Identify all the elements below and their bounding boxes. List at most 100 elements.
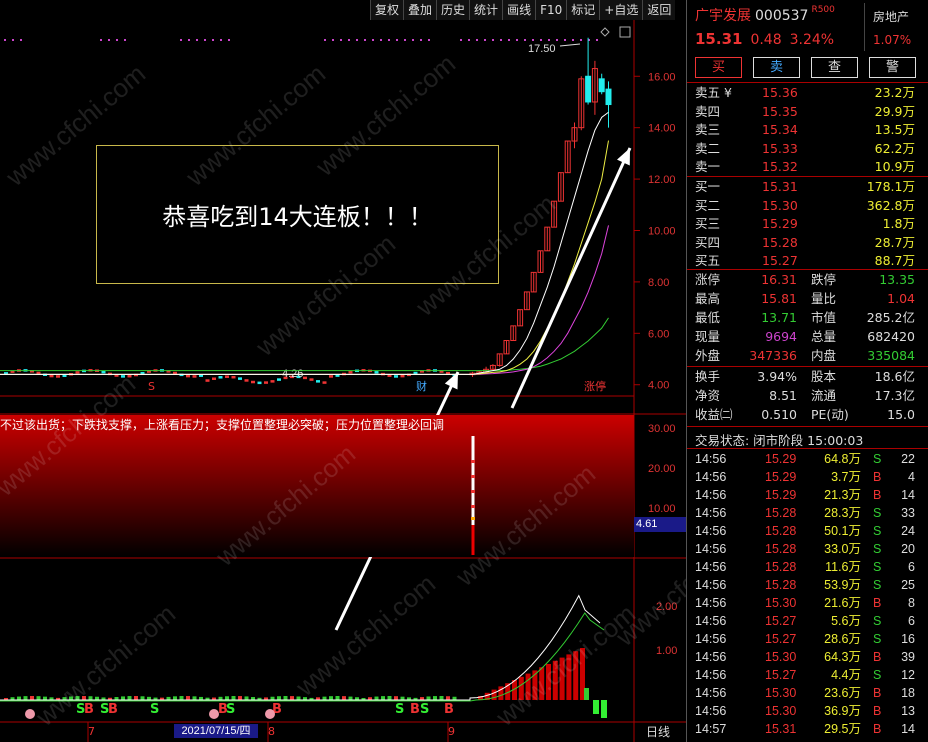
- sector-pct: 1.07%: [873, 33, 912, 47]
- macd-bar: [546, 664, 551, 700]
- dot-marker: [524, 39, 526, 41]
- dot-marker: [108, 39, 110, 41]
- dot-marker: [508, 39, 510, 41]
- tick-row: 14:56 15.29 21.3万 B 14: [687, 486, 928, 504]
- flat-candle: [270, 380, 275, 383]
- tick-direction: B: [873, 704, 882, 718]
- macd-bar: [525, 673, 531, 700]
- toolbar-button[interactable]: 画线: [502, 0, 536, 20]
- toolbar-button[interactable]: +自选: [599, 0, 643, 20]
- bid-row[interactable]: 买三 15.29 1.8万: [687, 215, 928, 233]
- flat-candle: [56, 375, 60, 378]
- marker-s: S: [148, 380, 155, 393]
- bid-label: 买四: [695, 234, 721, 250]
- macd-bar-flat: [394, 696, 398, 700]
- ask-row[interactable]: 卖一 15.32 10.9万: [687, 158, 928, 176]
- bid-row[interactable]: 买四 15.28 28.7万: [687, 234, 928, 252]
- alert-button[interactable]: 警: [869, 57, 916, 78]
- flat-candle: [75, 371, 80, 374]
- ask-row[interactable]: 卖五 ¥ 15.36 23.2万: [687, 84, 928, 102]
- toolbar-button[interactable]: 标记: [566, 0, 600, 20]
- dot-marker: [468, 39, 470, 41]
- macd-bar-flat: [433, 696, 437, 700]
- stat-left-value: 347336: [749, 348, 797, 363]
- stat-right-key: 内盘: [811, 348, 837, 363]
- tick-direction: B: [873, 488, 882, 502]
- stat-right-key: 跌停: [811, 272, 837, 287]
- dot-marker: [196, 39, 198, 41]
- tick-volume: 33.0万: [824, 542, 861, 556]
- stat-left: 涨停 16.31: [695, 271, 797, 289]
- trade-buttons: 买卖查警: [695, 57, 916, 78]
- macd-bar-flat: [36, 696, 41, 700]
- macd-bar-flat: [400, 696, 405, 700]
- stat-right-value: 335084: [867, 348, 915, 363]
- month-label: 7: [88, 725, 95, 738]
- month-label: 8: [268, 725, 275, 738]
- period-label[interactable]: 日线: [646, 723, 670, 740]
- current-value-box: 4.61: [634, 517, 686, 532]
- tick-price: 15.28: [765, 506, 797, 520]
- bid-price: 15.29: [762, 216, 798, 231]
- toolbar-button[interactable]: 叠加: [403, 0, 437, 20]
- tick-count: 13: [901, 704, 915, 718]
- sector-box[interactable]: 房地产 1.07%: [864, 3, 920, 51]
- macd-dif-line: [0, 594, 601, 701]
- tick-time: 14:56: [695, 560, 727, 574]
- tick-volume: 53.9万: [824, 578, 861, 592]
- tick-row: 14:56 15.28 33.0万 S 20: [687, 540, 928, 558]
- tick-price: 15.27: [765, 614, 797, 628]
- tick-direction: S: [873, 632, 882, 646]
- toolbar-button[interactable]: 统计: [469, 0, 503, 20]
- dot-marker: [532, 39, 534, 41]
- macd-bar-flat: [238, 696, 242, 700]
- tick-direction: B: [873, 722, 882, 736]
- stat-right-key: 总量: [811, 329, 837, 344]
- macd-bar: [518, 676, 524, 700]
- toolbar-button[interactable]: 返回: [642, 0, 676, 20]
- toolbar-button[interactable]: F10: [535, 0, 567, 20]
- macd-bar-flat: [88, 696, 93, 700]
- tick-time: 14:56: [695, 686, 727, 700]
- tick-direction: S: [873, 506, 882, 520]
- tick-volume: 50.1万: [824, 524, 861, 538]
- sell-button[interactable]: 卖: [753, 57, 800, 78]
- ask-row[interactable]: 卖四 15.35 29.9万: [687, 103, 928, 121]
- spike-mark: [471, 475, 475, 478]
- tick-count: 20: [901, 542, 915, 556]
- ask-volume: 62.2万: [874, 140, 915, 156]
- tick-price: 15.30: [765, 650, 797, 664]
- kline-chart[interactable]: 16.0014.0012.0010.008.006.004.004.2617.5…: [0, 20, 686, 742]
- ask-row[interactable]: 卖三 15.34 13.5万: [687, 121, 928, 139]
- dot-marker: [572, 39, 574, 41]
- tick-volume: 64.3万: [824, 650, 861, 664]
- tick-volume: 28.6万: [824, 632, 861, 646]
- candle-body: [605, 88, 612, 106]
- bid-row[interactable]: 买五 15.27 88.7万: [687, 252, 928, 270]
- stock-title: 广宇发展 000537 R500: [695, 5, 835, 25]
- tick-row: 14:56 15.28 11.6万 S 6: [687, 558, 928, 576]
- ask-row[interactable]: 卖二 15.33 62.2万: [687, 140, 928, 158]
- dot-marker: [20, 39, 22, 41]
- divider: [687, 366, 928, 367]
- tick-time: 14:56: [695, 470, 727, 484]
- macd-bar-flat: [283, 696, 288, 700]
- tick-time: 14:56: [695, 452, 727, 466]
- high-pointer: [559, 43, 581, 47]
- stat-right-key: PE(动): [811, 407, 849, 422]
- flat-candle: [277, 378, 281, 381]
- stat-right-key: 量比: [811, 291, 837, 306]
- dot-marker: [580, 39, 582, 41]
- macd-bar-neg: [601, 700, 607, 718]
- buy-button[interactable]: 买: [695, 57, 742, 78]
- bid-row[interactable]: 买一 15.31 178.1万: [687, 178, 928, 196]
- toolbar-button[interactable]: 复权: [370, 0, 404, 20]
- dot-marker: [364, 39, 366, 41]
- query-button[interactable]: 查: [811, 57, 858, 78]
- low-axis-label: 1.00: [656, 645, 677, 657]
- bid-row[interactable]: 买二 15.30 362.8万: [687, 197, 928, 215]
- marker-zhangting: 涨停: [584, 379, 606, 393]
- toolbar-button[interactable]: 历史: [436, 0, 470, 20]
- chart-area[interactable]: 16.00 14.00 12.00 10.00 8.00 6.00 4.00 4.26 17.5…: [0, 20, 761, 742]
- sell-signal: S: [150, 702, 159, 717]
